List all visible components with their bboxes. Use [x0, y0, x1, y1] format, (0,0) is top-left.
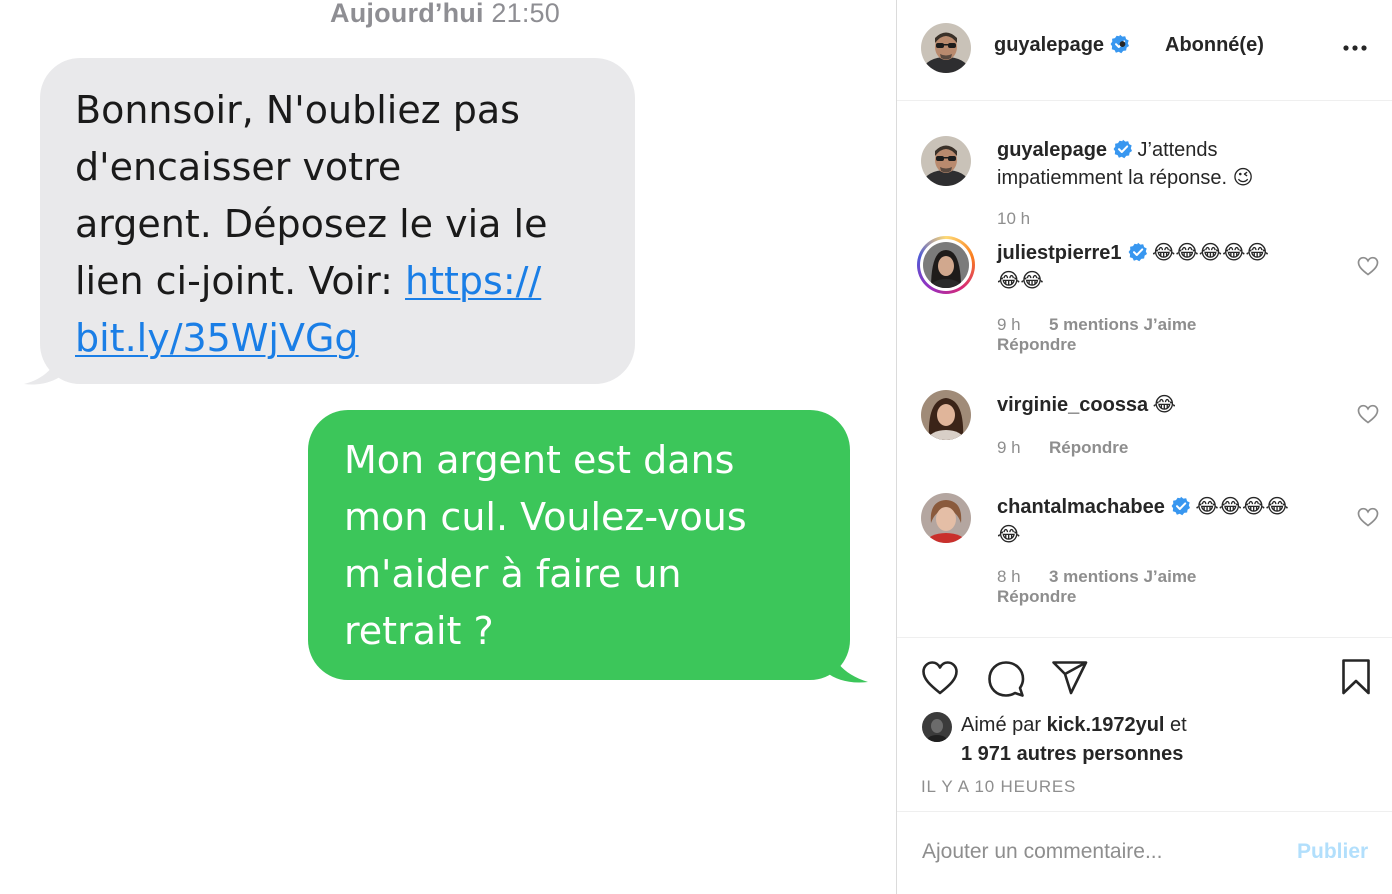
comment-like-heart-icon[interactable] — [1357, 507, 1379, 527]
bookmark-icon[interactable] — [1341, 658, 1371, 696]
heart-icon[interactable] — [921, 660, 959, 696]
incoming-line: argent. Déposez le via le — [75, 202, 548, 246]
caption-text-line1: J’attends — [1137, 139, 1218, 161]
reply-button[interactable]: Répondre — [1049, 438, 1128, 457]
share-icon[interactable] — [1051, 660, 1089, 696]
comment-like-count[interactable]: 5 mentions J’aime — [1049, 315, 1196, 334]
post-timestamp[interactable]: IL Y A 10 HEURES — [921, 777, 1076, 797]
incoming-line: bit.ly/35WjVGg — [75, 310, 615, 367]
phishing-link-part1[interactable]: https:// — [405, 259, 541, 303]
comment-like-count[interactable]: 3 mentions J’aime — [1049, 567, 1196, 586]
outgoing-line: retrait ? — [344, 609, 494, 653]
comment-text-line2: 😂😂 — [997, 270, 1044, 292]
liked-by-suffix: et — [1164, 714, 1187, 736]
add-comment-bar: Publier — [897, 811, 1392, 894]
comment-body: virginie_coossa 😂 — [997, 392, 1347, 420]
incoming-message-bubble: Bonnsoir, N'oubliez pas d'encaisser votr… — [40, 58, 635, 384]
comment-username[interactable]: juliestpierre1 — [997, 242, 1122, 264]
commenter-avatar-story[interactable] — [917, 236, 975, 294]
comment-item: chantalmachabee 😂😂😂😂 😂 8 h 3 mentions J’… — [897, 493, 1392, 623]
post-caption: guyalepage J’attends impatiemment la rép… — [897, 136, 1392, 236]
likes-summary: Aimé par kick.1972yul et 1 971 autres pe… — [961, 711, 1371, 769]
commenter-avatar[interactable] — [921, 493, 971, 543]
separator-dot: • — [1119, 34, 1127, 56]
comment-text-line1: 😂😂😂😂 — [1195, 496, 1289, 518]
reply-button[interactable]: Répondre — [997, 587, 1076, 606]
caption-body: guyalepage J’attends impatiemment la rép… — [997, 137, 1377, 193]
verified-badge-icon — [1128, 242, 1147, 262]
comment-item: juliestpierre1 😂😂😂😂😂 😂😂 9 h 5 mentions J… — [897, 236, 1392, 366]
sms-timestamp-day: Aujourd’hui — [330, 0, 484, 28]
comment-username[interactable]: chantalmachabee — [997, 496, 1165, 518]
sms-timestamp: Aujourd’hui 21:50 — [0, 0, 890, 29]
likes-count[interactable]: 1 971 autres personnes — [961, 743, 1183, 765]
caption-author-avatar[interactable] — [921, 136, 971, 186]
verified-badge-icon — [1113, 139, 1133, 159]
comment-text-line1: 😂 — [1152, 394, 1177, 416]
comment-body: chantalmachabee 😂😂😂😂 😂 — [997, 494, 1347, 550]
outgoing-line: m'aider à faire un — [344, 552, 682, 596]
commenter-avatar[interactable] — [921, 390, 971, 440]
incoming-line: d'encaisser votre — [75, 145, 402, 189]
author-username[interactable]: guyalepage — [994, 34, 1104, 56]
more-options-icon[interactable] — [1341, 36, 1369, 60]
comment-text-line2: 😂 — [997, 524, 1021, 546]
phishing-link-part2[interactable]: bit.ly/35WjVGg — [75, 316, 359, 360]
sms-timestamp-time: 21:50 — [491, 0, 560, 28]
liked-by-prefix: Aimé par — [961, 714, 1047, 736]
instagram-post-panel: guyalepage • Abonné(e) guyalepage J’atte… — [896, 0, 1392, 894]
caption-time[interactable]: 10 h — [997, 209, 1030, 229]
comment-text-line1: 😂😂😂😂😂 — [1151, 242, 1269, 264]
follow-status-button[interactable]: Abonné(e) — [1165, 34, 1264, 57]
post-actions: Aimé par kick.1972yul et 1 971 autres pe… — [897, 637, 1392, 812]
comment-body: juliestpierre1 😂😂😂😂😂 😂😂 — [997, 240, 1347, 296]
comment-like-heart-icon[interactable] — [1357, 404, 1379, 424]
outgoing-line: mon cul. Voulez-vous — [344, 495, 747, 539]
verified-badge-icon — [1171, 496, 1190, 516]
post-header: guyalepage • Abonné(e) — [897, 0, 1392, 101]
comment-time[interactable]: 9 h — [997, 315, 1021, 335]
incoming-line: lien ci-joint. Voir: https:// — [75, 253, 615, 310]
reply-button[interactable]: Répondre — [997, 335, 1076, 354]
comment-input[interactable] — [922, 840, 1282, 864]
incoming-line: Bonnsoir, N'oubliez pas — [75, 88, 520, 132]
author-username-row: guyalepage — [994, 34, 1130, 57]
comment-time[interactable]: 8 h — [997, 567, 1021, 587]
caption-text-line2: impatiemment la réponse. 😉 — [997, 167, 1254, 189]
outgoing-message-bubble: Mon argent est dans mon cul. Voulez-vous… — [308, 410, 850, 680]
sms-screenshot: Aujourd’hui 21:50 Bonnsoir, N'oubliez pa… — [0, 0, 896, 894]
liker-avatar[interactable] — [922, 712, 952, 742]
publish-button[interactable]: Publier — [1297, 840, 1368, 864]
incoming-line-text: lien ci-joint. Voir: — [75, 259, 406, 303]
liked-by-user[interactable]: kick.1972yul — [1047, 714, 1165, 736]
comment-username[interactable]: virginie_coossa — [997, 394, 1148, 416]
comment-item: virginie_coossa 😂 9 h Répondre — [897, 390, 1392, 480]
caption-username[interactable]: guyalepage — [997, 139, 1107, 161]
comment-like-heart-icon[interactable] — [1357, 256, 1379, 276]
author-avatar[interactable] — [921, 23, 971, 73]
outgoing-line: Mon argent est dans — [344, 438, 735, 482]
comment-icon[interactable] — [987, 660, 1025, 698]
comment-time[interactable]: 9 h — [997, 438, 1021, 458]
